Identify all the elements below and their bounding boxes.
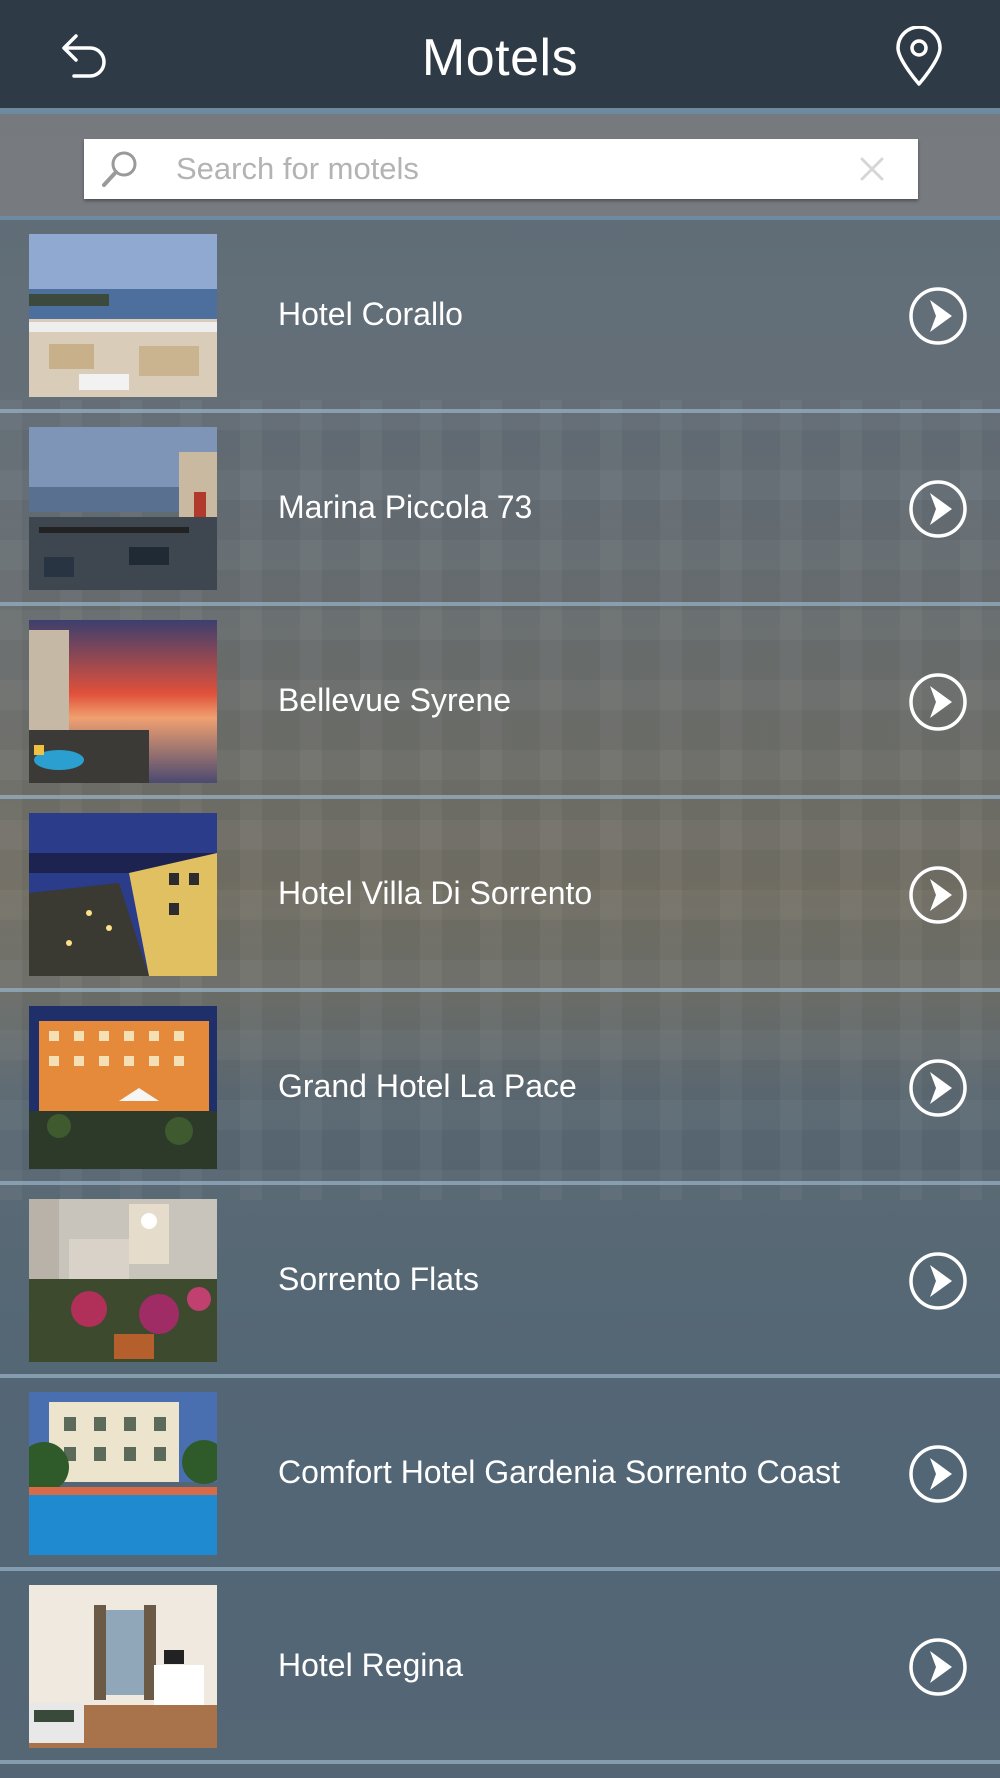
chevron-right-circle-icon <box>909 1252 967 1310</box>
list-item[interactable]: Grand Hotel La Pace <box>0 992 1000 1185</box>
hotel-thumbnail <box>29 1006 217 1169</box>
close-icon <box>860 157 884 181</box>
open-button[interactable] <box>908 286 968 346</box>
motel-name: Bellevue Syrene <box>278 682 512 718</box>
hotel-thumbnail <box>29 427 217 590</box>
hotel-thumbnail <box>29 813 217 976</box>
search-input[interactable] <box>176 139 816 199</box>
open-button[interactable] <box>908 1637 968 1697</box>
search-icon <box>102 151 137 187</box>
list-item[interactable]: Comfort Hotel Gardenia Sorrento Coast <box>0 1378 1000 1571</box>
open-button[interactable] <box>908 479 968 539</box>
motel-name: Grand Hotel La Pace <box>278 1068 577 1104</box>
chevron-right-circle-icon <box>909 480 967 538</box>
chevron-right-circle-icon <box>909 1059 967 1117</box>
list-item[interactable]: Sorrento Flats <box>0 1185 1000 1378</box>
motel-name: Comfort Hotel Gardenia Sorrento Coast <box>278 1454 841 1490</box>
chevron-right-circle-icon <box>909 287 967 345</box>
motel-list: Hotel Corallo Marina Piccola 73 Bellevue… <box>0 220 1000 1764</box>
list-item[interactable]: Bellevue Syrene <box>0 606 1000 799</box>
hotel-thumbnail <box>29 1199 217 1362</box>
list-item[interactable]: Hotel Corallo <box>0 220 1000 413</box>
open-button[interactable] <box>908 1444 968 1504</box>
motel-name: Marina Piccola 73 <box>278 489 533 525</box>
motel-name: Hotel Villa Di Sorrento <box>278 875 593 911</box>
map-button[interactable] <box>888 25 950 88</box>
chevron-right-circle-icon <box>909 1638 967 1696</box>
search-box[interactable] <box>84 139 918 199</box>
clear-search-button[interactable] <box>858 155 886 183</box>
hotel-thumbnail <box>29 1585 217 1748</box>
motel-name: Hotel Corallo <box>278 296 463 332</box>
search-bar <box>0 114 1000 220</box>
map-pin-icon <box>896 25 942 86</box>
open-button[interactable] <box>908 1251 968 1311</box>
hotel-thumbnail <box>29 1392 217 1555</box>
open-button[interactable] <box>908 865 968 925</box>
hotel-thumbnail <box>29 234 217 397</box>
motel-name: Sorrento Flats <box>278 1261 479 1297</box>
page-title: Motels <box>421 29 579 87</box>
chevron-right-circle-icon <box>909 866 967 924</box>
list-item[interactable]: Hotel Regina <box>0 1571 1000 1764</box>
motel-name: Hotel Regina <box>278 1647 463 1683</box>
chevron-right-circle-icon <box>909 1445 967 1503</box>
open-button[interactable] <box>908 672 968 732</box>
chevron-right-circle-icon <box>909 673 967 731</box>
app-header: Motels <box>0 0 1000 114</box>
list-item[interactable]: Hotel Villa Di Sorrento <box>0 799 1000 992</box>
list-item[interactable]: Marina Piccola 73 <box>0 413 1000 606</box>
open-button[interactable] <box>908 1058 968 1118</box>
hotel-thumbnail <box>29 620 217 783</box>
